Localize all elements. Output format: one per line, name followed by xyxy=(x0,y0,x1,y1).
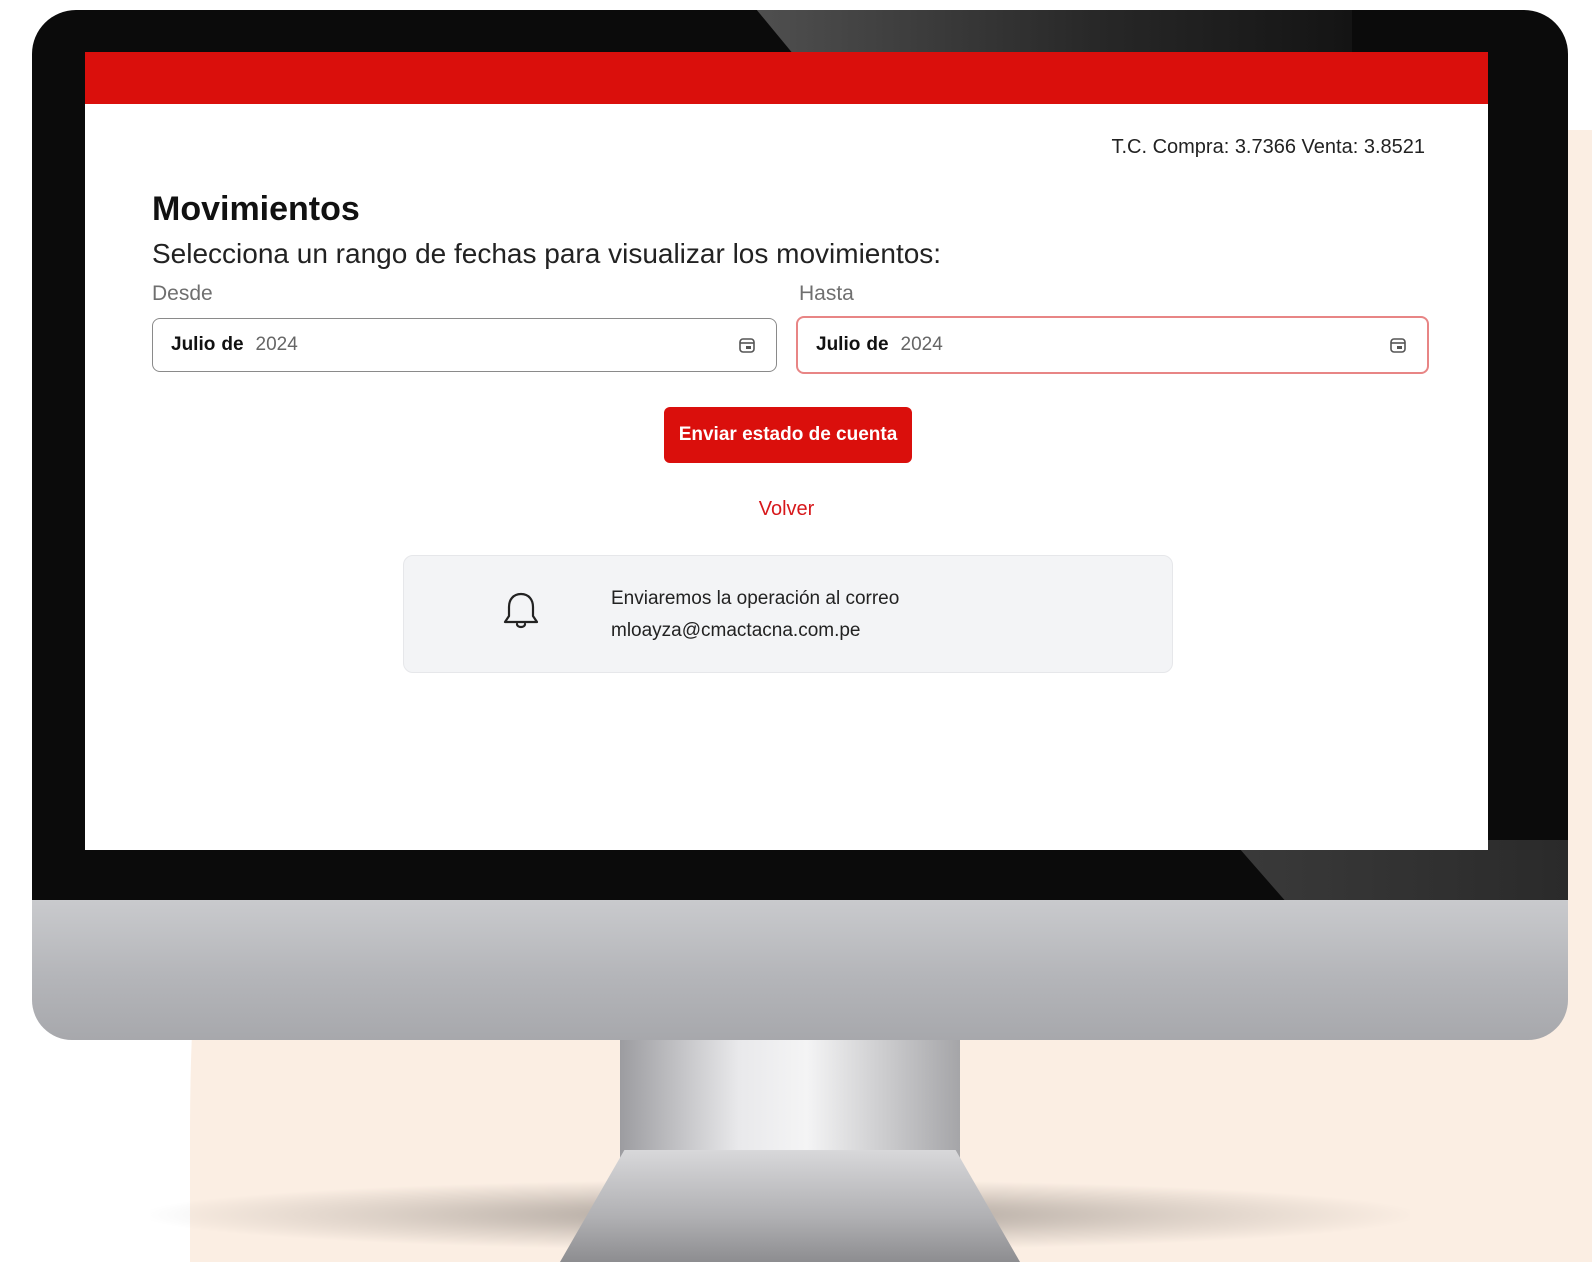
page-title: Movimientos xyxy=(152,190,360,228)
app-screen: T.C. Compra: 3.7366 Venta: 3.8521 Movimi… xyxy=(85,52,1488,850)
from-label: Desde xyxy=(152,282,213,305)
from-date-field[interactable]: Julio de 2024 xyxy=(152,318,777,372)
from-year: 2024 xyxy=(255,334,298,355)
exchange-rate: T.C. Compra: 3.7366 Venta: 3.8521 xyxy=(1111,136,1425,158)
page-subtitle: Selecciona un rango de fechas para visua… xyxy=(152,238,942,269)
to-year: 2024 xyxy=(900,334,943,355)
email-notice: Enviaremos la operación al correo mloayz… xyxy=(403,555,1173,673)
from-connector: de xyxy=(221,334,244,355)
send-statement-button[interactable]: Enviar estado de cuenta xyxy=(664,407,912,463)
to-month: Julio xyxy=(816,334,861,355)
monitor-chin xyxy=(32,900,1568,1040)
bell-icon xyxy=(503,592,539,629)
monitor-stand-base xyxy=(560,1150,1020,1262)
to-date-field[interactable]: Julio de 2024 xyxy=(796,316,1429,374)
top-bar xyxy=(85,52,1488,104)
notice-text: Enviaremos la operación al correo xyxy=(611,588,900,609)
calendar-icon[interactable] xyxy=(1389,336,1407,354)
calendar-icon[interactable] xyxy=(738,336,756,354)
to-connector: de xyxy=(866,334,889,355)
to-label: Hasta xyxy=(799,282,854,305)
monitor-stand-neck xyxy=(620,1040,960,1160)
back-link[interactable]: Volver xyxy=(85,498,1488,521)
notice-email: mloayza@cmactacna.com.pe xyxy=(611,620,861,641)
from-month: Julio xyxy=(171,334,216,355)
